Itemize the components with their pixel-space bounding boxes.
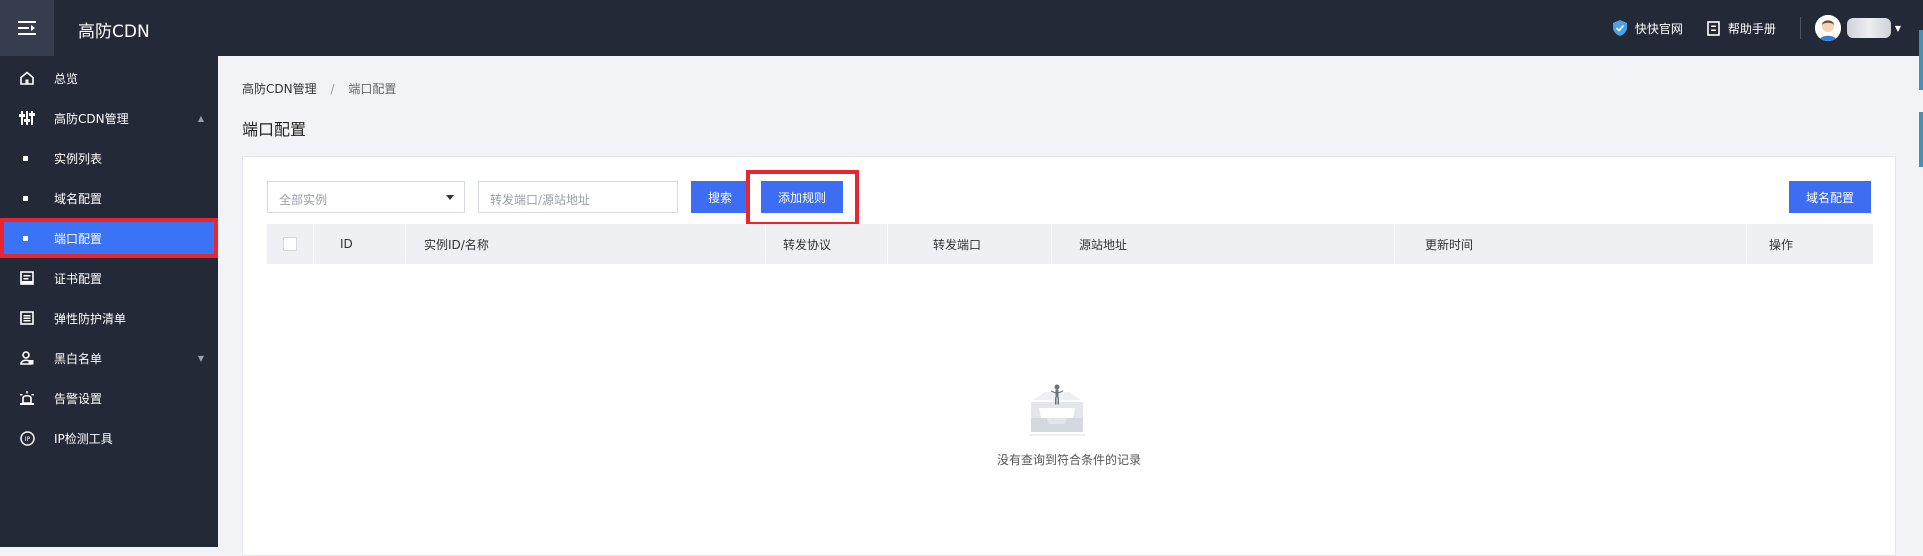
column-header-id: ID [340, 237, 353, 251]
column-divider [1746, 224, 1747, 264]
column-header-source: 源站地址 [1079, 237, 1128, 252]
select-all-checkbox[interactable] [283, 237, 297, 251]
alarm-icon [20, 391, 34, 405]
column-header-updated: 更新时间 [1425, 237, 1474, 252]
table-header: ID 实例ID/名称 转发协议 转发端口 源站地址 更新时间 操作 [267, 224, 1873, 264]
official-site-link[interactable]: 快快官网 [1612, 20, 1683, 37]
empty-state-message: 没有查询到符合条件的记录 [996, 453, 1141, 467]
breadcrumb-separator: / [330, 82, 335, 96]
username-blurred [1846, 18, 1891, 38]
sidebar-item-alarm-settings[interactable]: 告警设置 [0, 378, 218, 418]
chevron-up-icon: ▲ [197, 113, 204, 123]
column-divider [765, 224, 766, 264]
sidebar-item-label: 端口配置 [54, 231, 103, 246]
content-panel: 全部实例 转发端口/源站地址 搜索 添加规则 域名配置 ID 实例ID/名称 转… [242, 156, 1896, 556]
port-source-search-input[interactable]: 转发端口/源站地址 [478, 181, 678, 213]
sidebar-item-label: 弹性防护清单 [54, 311, 127, 326]
sidebar-item-label: 证书配置 [54, 271, 103, 286]
add-rule-button[interactable]: 添加规则 [761, 181, 843, 213]
bullet-icon [23, 196, 28, 201]
menu-toggle-button[interactable] [0, 0, 54, 56]
bullet-icon [23, 236, 28, 241]
manual-icon [1707, 20, 1720, 36]
empty-box-icon [1029, 384, 1085, 436]
help-manual-link[interactable]: 帮助手册 [1707, 20, 1776, 37]
official-site-label: 快快官网 [1634, 21, 1683, 36]
column-header-port: 转发端口 [933, 237, 982, 252]
sidebar-item-label: 黑白名单 [54, 351, 103, 366]
sidebar-item-overview[interactable]: 总览 [0, 58, 218, 98]
column-header-actions: 操作 [1769, 237, 1794, 252]
instance-select[interactable]: 全部实例 [267, 181, 465, 213]
menu-icon [18, 21, 36, 35]
header-divider [1799, 17, 1801, 39]
home-icon [20, 71, 34, 85]
sidebar-item-label: 域名配置 [54, 191, 103, 206]
sidebar-item-port-config[interactable]: 端口配置 [0, 218, 218, 258]
search-button[interactable]: 搜索 [691, 181, 749, 213]
list-icon [20, 311, 34, 325]
ip-icon: IP [19, 430, 35, 446]
chevron-down-icon: ▼ [197, 353, 204, 363]
sidebar: 总览 高防CDN管理 ▲ 实例列表 域名配置 端口配置 证书配置 弹性防护清单 … [0, 56, 218, 547]
shield-icon [1612, 20, 1627, 36]
sidebar-item-blackwhite-list[interactable]: 黑白名单 ▼ [0, 338, 218, 378]
column-header-protocol: 转发协议 [783, 237, 832, 252]
bullet-icon [23, 156, 28, 161]
help-manual-label: 帮助手册 [1727, 21, 1776, 36]
sliders-icon [19, 111, 35, 125]
sidebar-item-elastic-protection[interactable]: 弹性防护清单 [0, 298, 218, 338]
user-lock-icon [20, 351, 34, 365]
column-divider [405, 224, 406, 264]
domain-config-button[interactable]: 域名配置 [1789, 181, 1871, 213]
sidebar-item-instance-list[interactable]: 实例列表 [0, 138, 218, 178]
breadcrumb-current: 端口配置 [348, 82, 397, 96]
chevron-down-icon: ▼ [1894, 23, 1901, 33]
sidebar-item-label: 总览 [54, 71, 79, 86]
sidebar-item-ip-tool[interactable]: IP IP检测工具 [0, 418, 218, 458]
sidebar-item-domain-config[interactable]: 域名配置 [0, 178, 218, 218]
column-divider [313, 224, 314, 264]
column-header-instance: 实例ID/名称 [424, 237, 489, 252]
column-divider [1394, 224, 1395, 264]
instance-select-value: 全部实例 [279, 193, 328, 207]
column-divider [1051, 224, 1052, 264]
user-menu[interactable]: ▼ [1814, 15, 1901, 41]
caret-down-icon [446, 195, 454, 200]
port-source-placeholder: 转发端口/源站地址 [490, 193, 591, 207]
sidebar-item-cdn-management[interactable]: 高防CDN管理 ▲ [0, 98, 218, 138]
breadcrumb-root[interactable]: 高防CDN管理 [242, 82, 317, 96]
avatar [1814, 15, 1841, 41]
column-divider [887, 224, 888, 264]
sidebar-item-label: 告警设置 [54, 391, 103, 406]
page-title: 端口配置 [242, 120, 307, 139]
sidebar-item-label: 实例列表 [54, 151, 103, 166]
main-content: 高防CDN管理 / 端口配置 端口配置 全部实例 转发端口/源站地址 搜索 添加… [218, 56, 1923, 556]
svg-text:IP: IP [24, 436, 30, 443]
breadcrumb: 高防CDN管理 / 端口配置 [242, 80, 396, 97]
top-bar: 高防CDN 快快官网 帮助手册 ▼ [0, 0, 1923, 56]
app-title: 高防CDN [78, 22, 150, 42]
sidebar-item-label: 高防CDN管理 [54, 111, 129, 126]
certificate-icon [20, 271, 34, 285]
sidebar-item-cert-config[interactable]: 证书配置 [0, 258, 218, 298]
sidebar-item-label: IP检测工具 [54, 431, 113, 446]
